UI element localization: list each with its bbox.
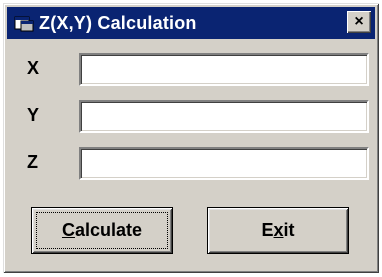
title-bar[interactable]: Z(X,Y) Calculation ×: [7, 7, 375, 39]
exit-button[interactable]: Exit: [207, 207, 349, 254]
calculate-mnemonic: C: [61, 220, 75, 240]
window-title: Z(X,Y) Calculation: [39, 12, 197, 33]
calculate-label-rest: alculate: [74, 220, 143, 240]
exit-label-rest: it: [283, 220, 295, 240]
x-label: X: [27, 58, 40, 78]
y-input[interactable]: [79, 100, 369, 133]
exit-label: Exit: [261, 220, 294, 241]
z-label: Z: [27, 152, 38, 172]
x-input[interactable]: [79, 53, 369, 86]
row-y: Y: [3, 98, 379, 134]
app-window-icon: [13, 12, 35, 34]
exit-label-pre: E: [261, 220, 274, 240]
row-x: X: [3, 51, 379, 87]
calculate-label: Calculate: [62, 220, 142, 241]
calculate-button[interactable]: Calculate: [31, 207, 173, 254]
row-z: Z: [3, 145, 379, 181]
dialog-window: Z(X,Y) Calculation × X Y Z Calculate Exi…: [3, 3, 379, 273]
y-label: Y: [27, 105, 40, 125]
exit-mnemonic: x: [273, 220, 284, 240]
close-icon: ×: [354, 13, 364, 30]
z-input[interactable]: [79, 147, 369, 180]
close-button[interactable]: ×: [347, 11, 371, 33]
